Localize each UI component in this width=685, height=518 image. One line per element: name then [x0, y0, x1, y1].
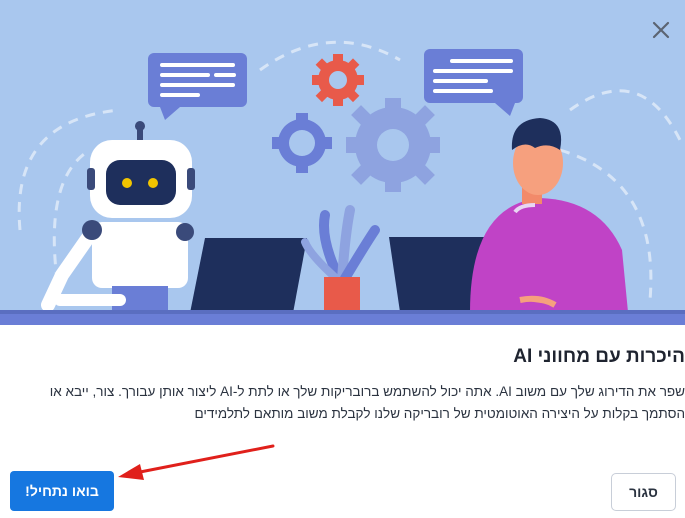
person-figure — [470, 118, 628, 312]
close-icon[interactable] — [649, 18, 673, 42]
red-arrow-annotation — [118, 444, 275, 480]
close-button[interactable]: סגור — [611, 473, 676, 511]
gear-large-icon — [346, 98, 440, 192]
hero-illustration — [0, 0, 685, 325]
plant — [301, 205, 380, 315]
robot-figure — [41, 121, 195, 314]
start-button[interactable]: בואו נתחיל! — [10, 471, 114, 511]
description-line-1: שפר את הדירוג שלך עם משוב AI. אתה יכול ל… — [49, 384, 685, 399]
dialog-description: שפר את הדירוג שלך עם משוב AI. אתה יכול ל… — [9, 381, 685, 425]
description-line-2: הסתמך בקלות על היצירה האוטומטית של רוברי… — [194, 406, 685, 421]
gear-blue-small-icon — [272, 113, 332, 173]
gear-red-icon — [312, 54, 364, 106]
dialog-title: היכרות עם מחווני AI — [513, 346, 685, 367]
ai-illustration — [0, 40, 685, 325]
